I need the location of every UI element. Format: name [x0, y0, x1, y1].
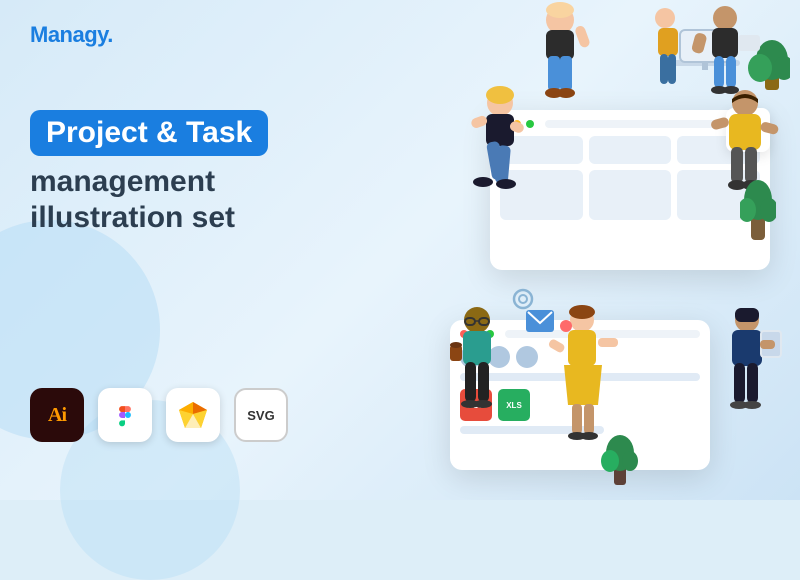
- email-icon: [526, 310, 554, 332]
- ai-label: Ai: [48, 404, 66, 427]
- title-highlight: Project & Task: [30, 110, 268, 156]
- format-figma-icon: [98, 388, 152, 442]
- gear-icon-float: [512, 288, 534, 310]
- bottom-person-left: [435, 300, 520, 485]
- brand-name: Managy.: [30, 22, 113, 47]
- browser-card-2: [589, 136, 672, 164]
- plant-bottom: [600, 425, 640, 485]
- brand-logo: Managy.: [30, 22, 113, 48]
- title-secondary: management illustration set: [30, 164, 370, 236]
- format-svg-icon: SVG: [234, 388, 288, 442]
- format-sketch-icon: [166, 388, 220, 442]
- plant-mid: [740, 170, 776, 240]
- subtitle-line1: management: [30, 164, 370, 200]
- svg-label: SVG: [247, 408, 274, 423]
- subtitle-line2: illustration set: [30, 200, 370, 236]
- title-block: Project & Task management illustration s…: [30, 110, 370, 236]
- figma-svg: [111, 401, 139, 429]
- bottom-person-right: [705, 300, 790, 485]
- sketch-svg: [177, 400, 209, 430]
- mid-person-left: [450, 85, 545, 285]
- notification-dot: [560, 320, 572, 332]
- format-ai-icon: Ai: [30, 388, 84, 442]
- illustration-area: ▲ 23: [340, 0, 800, 500]
- format-icons-row: Ai SVG: [30, 388, 288, 442]
- browser-card-tall-2: [589, 170, 672, 220]
